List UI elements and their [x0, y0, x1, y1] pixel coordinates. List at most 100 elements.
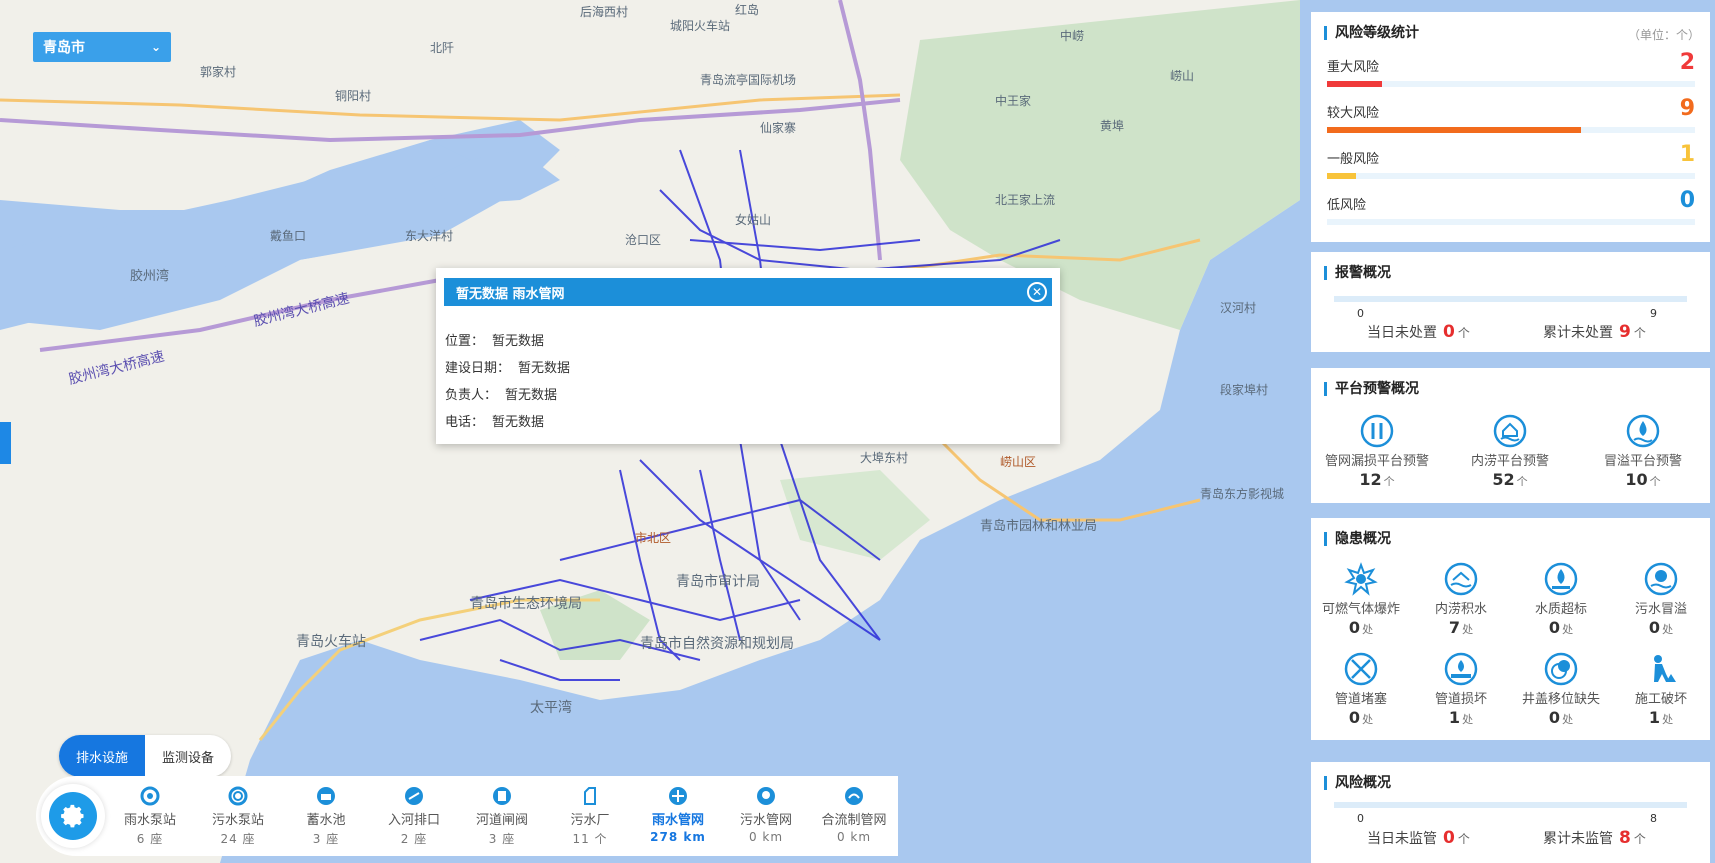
river-outlet-icon	[404, 786, 424, 806]
facility-reservoir[interactable]: 蓄水池 3 座	[282, 786, 370, 847]
map-label: 沧口区	[625, 232, 661, 247]
item-name: 管道损坏	[1434, 692, 1487, 707]
waterlogging-icon	[1493, 414, 1527, 448]
map-label: 汉河村	[1220, 301, 1256, 315]
hazard-item[interactable]: 管道堵塞 0处	[1311, 652, 1411, 727]
summary-value: 0	[1443, 828, 1455, 848]
risk-track	[1327, 81, 1695, 87]
map-label: 胶州湾	[130, 268, 169, 284]
item-unit: 处	[1562, 623, 1574, 636]
construction-icon	[1644, 652, 1678, 686]
facility-value: 2 座	[400, 832, 428, 846]
popup-row-value: 暂无数据	[492, 415, 545, 430]
summary-value: 8	[1619, 828, 1631, 848]
hazard-item[interactable]: 可燃气体爆炸 0处	[1311, 562, 1411, 637]
settings-button[interactable]	[41, 784, 105, 848]
map-label: 北阡	[430, 40, 454, 55]
summary-unit: 个	[1457, 832, 1470, 846]
risk-name: 低风险	[1327, 198, 1367, 213]
hazard-item[interactable]: 水质超标 0处	[1511, 562, 1611, 637]
sewage-network-icon	[756, 786, 776, 806]
item-name: 污水冒溢	[1634, 602, 1687, 617]
hazard-item[interactable]: 施工破坏 1处	[1611, 652, 1711, 727]
alarm-panel: 报警概况 0 9 当日未处置 0 个 累计未处置 9 个	[1311, 252, 1710, 352]
risk-fill	[1327, 81, 1383, 87]
panel-title: 风险等级统计	[1324, 26, 1419, 40]
map-label: 黄埠	[1100, 119, 1124, 133]
risk-count: 0	[1679, 188, 1695, 213]
risk-overview-total: 累计未监管 8 个	[1543, 828, 1646, 848]
map-label: 青岛流亭国际机场	[700, 72, 796, 87]
scale-min: 0	[1357, 812, 1364, 825]
item-name: 井盖移位缺失	[1521, 692, 1600, 707]
hazard-item[interactable]: 污水冒溢 0处	[1611, 562, 1711, 637]
warning-item-pipe-leak[interactable]: 管网漏损平台预警 12 个	[1311, 414, 1443, 489]
risk-row-large: 较大风险 9	[1327, 96, 1695, 133]
layer-tabs: 排水设施 监测设备	[59, 735, 231, 777]
item-unit: 个	[1516, 475, 1528, 488]
panel-title: 报警概况	[1324, 266, 1391, 280]
city-select-value: 青岛市	[43, 40, 85, 56]
facility-rain-pump[interactable]: 雨水泵站 6 座	[106, 786, 194, 847]
item-unit: 处	[1462, 713, 1474, 726]
map-label: 太平湾	[530, 699, 572, 716]
popup-row-key: 负责人：	[445, 388, 498, 403]
facility-sewage-network[interactable]: 污水管网 0 km	[722, 786, 810, 844]
facility-sewage-pump[interactable]: 污水泵站 24 座	[194, 786, 282, 847]
warning-item-overflow[interactable]: 冒溢平台预警 10 个	[1577, 414, 1709, 489]
facility-name: 合流制管网	[821, 813, 887, 828]
warning-item-waterlogging[interactable]: 内涝平台预警 52 个	[1444, 414, 1576, 489]
item-value: 12	[1359, 470, 1382, 489]
panel-title: 平台预警概况	[1324, 382, 1419, 396]
tab-drainage-facilities[interactable]: 排水设施	[59, 735, 145, 777]
tab-monitoring-devices[interactable]: 监测设备	[145, 735, 231, 777]
facility-rain-network[interactable]: 雨水管网 278 km	[634, 786, 722, 844]
summary-value: 9	[1619, 322, 1631, 342]
hazard-item[interactable]: 井盖移位缺失 0处	[1511, 652, 1611, 727]
summary-label: 累计未处置	[1543, 325, 1613, 341]
risk-row-low: 低风险 0	[1327, 188, 1695, 225]
facility-sewage-plant[interactable]: 污水厂 11 个	[546, 786, 634, 847]
left-collapse-tab[interactable]	[0, 422, 11, 464]
item-value: 0	[1348, 618, 1361, 637]
popup-row-value: 暂无数据	[505, 388, 558, 403]
hazard-item[interactable]: 管道损坏 1处	[1411, 652, 1511, 727]
map-label: 红岛	[735, 2, 759, 17]
item-name: 冒溢平台预警	[1603, 454, 1682, 469]
facility-combined-network[interactable]: 合流制管网 0 km	[810, 786, 898, 844]
map-label: 郭家村	[200, 64, 236, 79]
facility-value: 278 km	[650, 830, 706, 844]
rain-network-icon	[668, 786, 688, 806]
popup-row-location: 位置： 暂无数据	[445, 330, 544, 349]
facility-river-outlet[interactable]: 入河排口 2 座	[370, 786, 458, 847]
item-unit: 处	[1662, 623, 1674, 636]
item-name: 管网漏损平台预警	[1324, 454, 1429, 469]
facility-name: 污水泵站	[211, 813, 264, 828]
hazard-item[interactable]: 内涝积水 7处	[1411, 562, 1511, 637]
risk-row-major: 重大风险 2	[1327, 50, 1695, 87]
item-unit: 处	[1462, 623, 1474, 636]
map-label: 市北区	[635, 530, 671, 545]
item-value: 1	[1648, 708, 1661, 727]
panel-title: 风险概况	[1324, 776, 1391, 790]
map-label: 东大洋村	[405, 228, 453, 243]
popup-row-build-date: 建设日期： 暂无数据	[445, 357, 570, 376]
city-select[interactable]: 青岛市 ⌄	[33, 32, 171, 62]
risk-count: 9	[1679, 96, 1695, 121]
map-label: 铜阳村	[335, 88, 371, 103]
facility-river-gate[interactable]: 河道闸阀 3 座	[458, 786, 546, 847]
rain-pump-icon	[140, 786, 160, 806]
alarm-total: 累计未处置 9 个	[1543, 322, 1646, 342]
summary-label: 累计未监管	[1543, 831, 1613, 847]
overflow-icon	[1626, 414, 1660, 448]
item-value: 10	[1625, 470, 1648, 489]
alarm-today: 当日未处置 0 个	[1367, 322, 1470, 342]
facility-name: 雨水管网	[651, 813, 704, 828]
map-label: 崂山	[1170, 69, 1194, 83]
risk-overview-panel: 风险概况 0 8 当日未监管 0 个 累计未监管 8 个	[1311, 762, 1710, 863]
close-icon[interactable]: ✕	[1027, 282, 1047, 302]
map-label: 后海西村	[580, 4, 628, 19]
popup-row-key: 位置：	[445, 334, 485, 349]
map-label: 青岛市自然资源和规划局	[640, 635, 794, 652]
facility-name: 蓄水池	[306, 813, 346, 828]
